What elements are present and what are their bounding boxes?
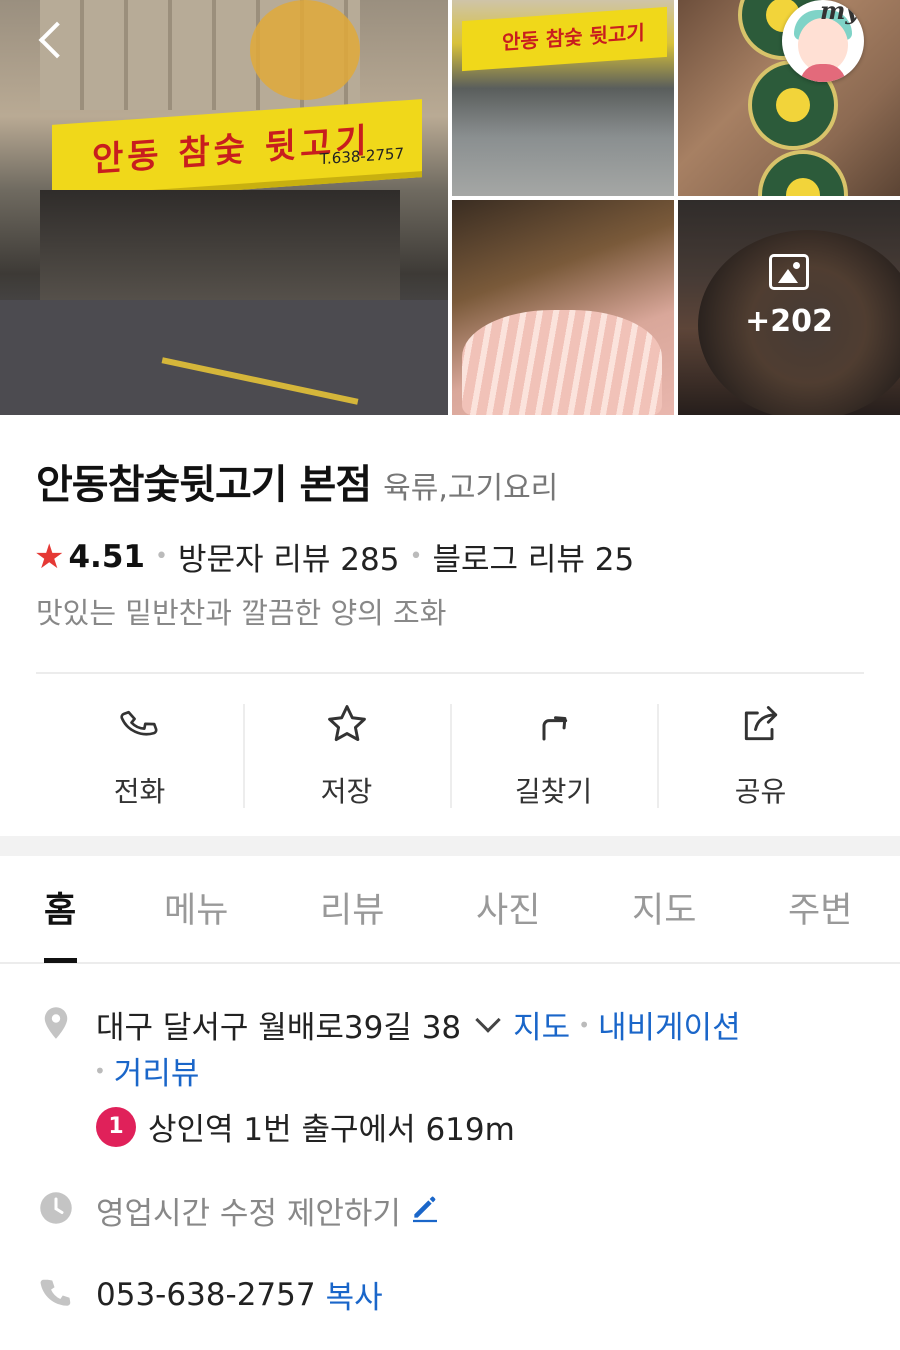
raw-pork-photo[interactable] xyxy=(452,200,674,415)
ginkgo-tree xyxy=(250,0,360,100)
copy-phone-button[interactable]: 복사 xyxy=(326,1272,383,1317)
back-button[interactable] xyxy=(28,18,72,62)
tab-map[interactable]: 지도 xyxy=(632,882,696,933)
phone-number[interactable]: 053-638-2757 xyxy=(96,1277,316,1313)
hours-suggest-row[interactable]: 영업시간 수정 제안하기 xyxy=(96,1188,441,1233)
separator-dot: • xyxy=(578,1012,590,1037)
rating-row: ★ 4.51 • 방문자 리뷰 285 • 블로그 리뷰 25 xyxy=(34,534,634,579)
tab-home[interactable]: 홈 xyxy=(44,882,76,933)
store-sign: 안동 참숯 뒷고기 T.638-2757 xyxy=(52,99,422,203)
blog-reviews-link[interactable]: 블로그 리뷰 25 xyxy=(432,534,634,579)
image-icon xyxy=(769,254,809,290)
chevron-down-icon[interactable] xyxy=(475,1006,501,1033)
photo-gallery: 안동 참숯 뒷고기 T.638-2757 안동 참숯 뒷고기 +202 my xyxy=(0,0,900,415)
title-row: 안동참숯뒷고기 본점 육류,고기요리 xyxy=(36,452,558,510)
share-button[interactable]: 공유 xyxy=(657,700,864,810)
pencil-icon xyxy=(409,1191,441,1231)
subway-line-badge: 1 xyxy=(96,1106,136,1147)
section-separator xyxy=(0,836,900,856)
directions-label: 길찾기 xyxy=(514,775,593,808)
my-profile-button[interactable]: my xyxy=(782,0,864,82)
active-tab-indicator xyxy=(44,958,77,963)
call-button[interactable]: 전화 xyxy=(36,700,243,810)
subway-text: 상인역 1번 출구에서 619m xyxy=(148,1112,515,1148)
visitor-reviews-link[interactable]: 방문자 리뷰 285 xyxy=(178,534,399,579)
action-bar: 전화 저장 길찾기 공유 xyxy=(36,700,864,810)
address-row: 대구 달서구 월배로39길 38 지도 • 내비게이션 xyxy=(96,1002,741,1047)
place-name: 안동참숯뒷고기 본점 xyxy=(36,462,372,508)
phone-row: 053-638-2757 복사 xyxy=(96,1272,383,1317)
directions-button[interactable]: 길찾기 xyxy=(450,700,657,810)
store-sign-small-text: 안동 참숯 뒷고기 xyxy=(502,20,645,55)
store-sign-small: 안동 참숯 뒷고기 xyxy=(462,6,667,72)
avatar-body xyxy=(800,64,846,82)
call-label: 전화 xyxy=(113,775,166,808)
tab-bar: 홈 메뉴 리뷰 사진 지도 주변 xyxy=(0,856,900,964)
street-view-link[interactable]: 거리뷰 xyxy=(114,1048,200,1093)
share-label: 공유 xyxy=(734,775,787,808)
separator-dot: • xyxy=(94,1058,106,1083)
star-outline-icon xyxy=(325,700,369,748)
save-button[interactable]: 저장 xyxy=(243,700,450,810)
storefront-photo[interactable]: 안동 참숯 뒷고기 T.638-2757 xyxy=(0,0,448,415)
phone-icon xyxy=(119,700,160,748)
subway-row: 1 상인역 1번 출구에서 619m xyxy=(96,1104,515,1149)
place-category: 육류,고기요리 xyxy=(383,471,559,506)
separator-dot: • xyxy=(154,544,168,569)
save-label: 저장 xyxy=(320,775,373,808)
phone-small-icon xyxy=(38,1276,74,1316)
star-icon: ★ xyxy=(34,536,65,577)
store-front xyxy=(40,190,400,300)
road xyxy=(0,300,448,415)
raw-pork-slices xyxy=(462,310,662,415)
navigation-link[interactable]: 내비게이션 xyxy=(598,1002,741,1047)
my-label: my xyxy=(820,0,860,25)
tab-photos[interactable]: 사진 xyxy=(476,882,540,933)
address-row-2: • 거리뷰 xyxy=(94,1048,199,1093)
bottle-cap xyxy=(758,150,848,196)
divider xyxy=(36,672,864,674)
separator-dot: • xyxy=(409,544,423,569)
map-link[interactable]: 지도 xyxy=(513,1002,570,1047)
store-sign-text: 안동 참숯 뒷고기 xyxy=(92,120,371,181)
location-pin-icon xyxy=(38,1004,74,1046)
tab-nearby[interactable]: 주변 xyxy=(788,882,852,933)
rating-value: 4.51 xyxy=(68,538,145,575)
hours-suggest-text: 영업시간 수정 제안하기 xyxy=(96,1196,401,1232)
clock-icon xyxy=(38,1190,74,1230)
more-photos-button[interactable]: +202 xyxy=(678,200,900,415)
storefront-thumb-photo[interactable]: 안동 참숯 뒷고기 xyxy=(452,0,674,196)
tab-reviews[interactable]: 리뷰 xyxy=(320,882,384,933)
share-icon xyxy=(739,700,783,748)
directions-icon xyxy=(534,700,574,748)
tab-menu[interactable]: 메뉴 xyxy=(164,882,228,933)
address-text: 대구 달서구 월배로39길 38 xyxy=(96,1010,462,1046)
place-description: 맛있는 밑반찬과 깔끔한 양의 조화 xyxy=(36,596,447,630)
more-photos-count: +202 xyxy=(745,304,833,339)
